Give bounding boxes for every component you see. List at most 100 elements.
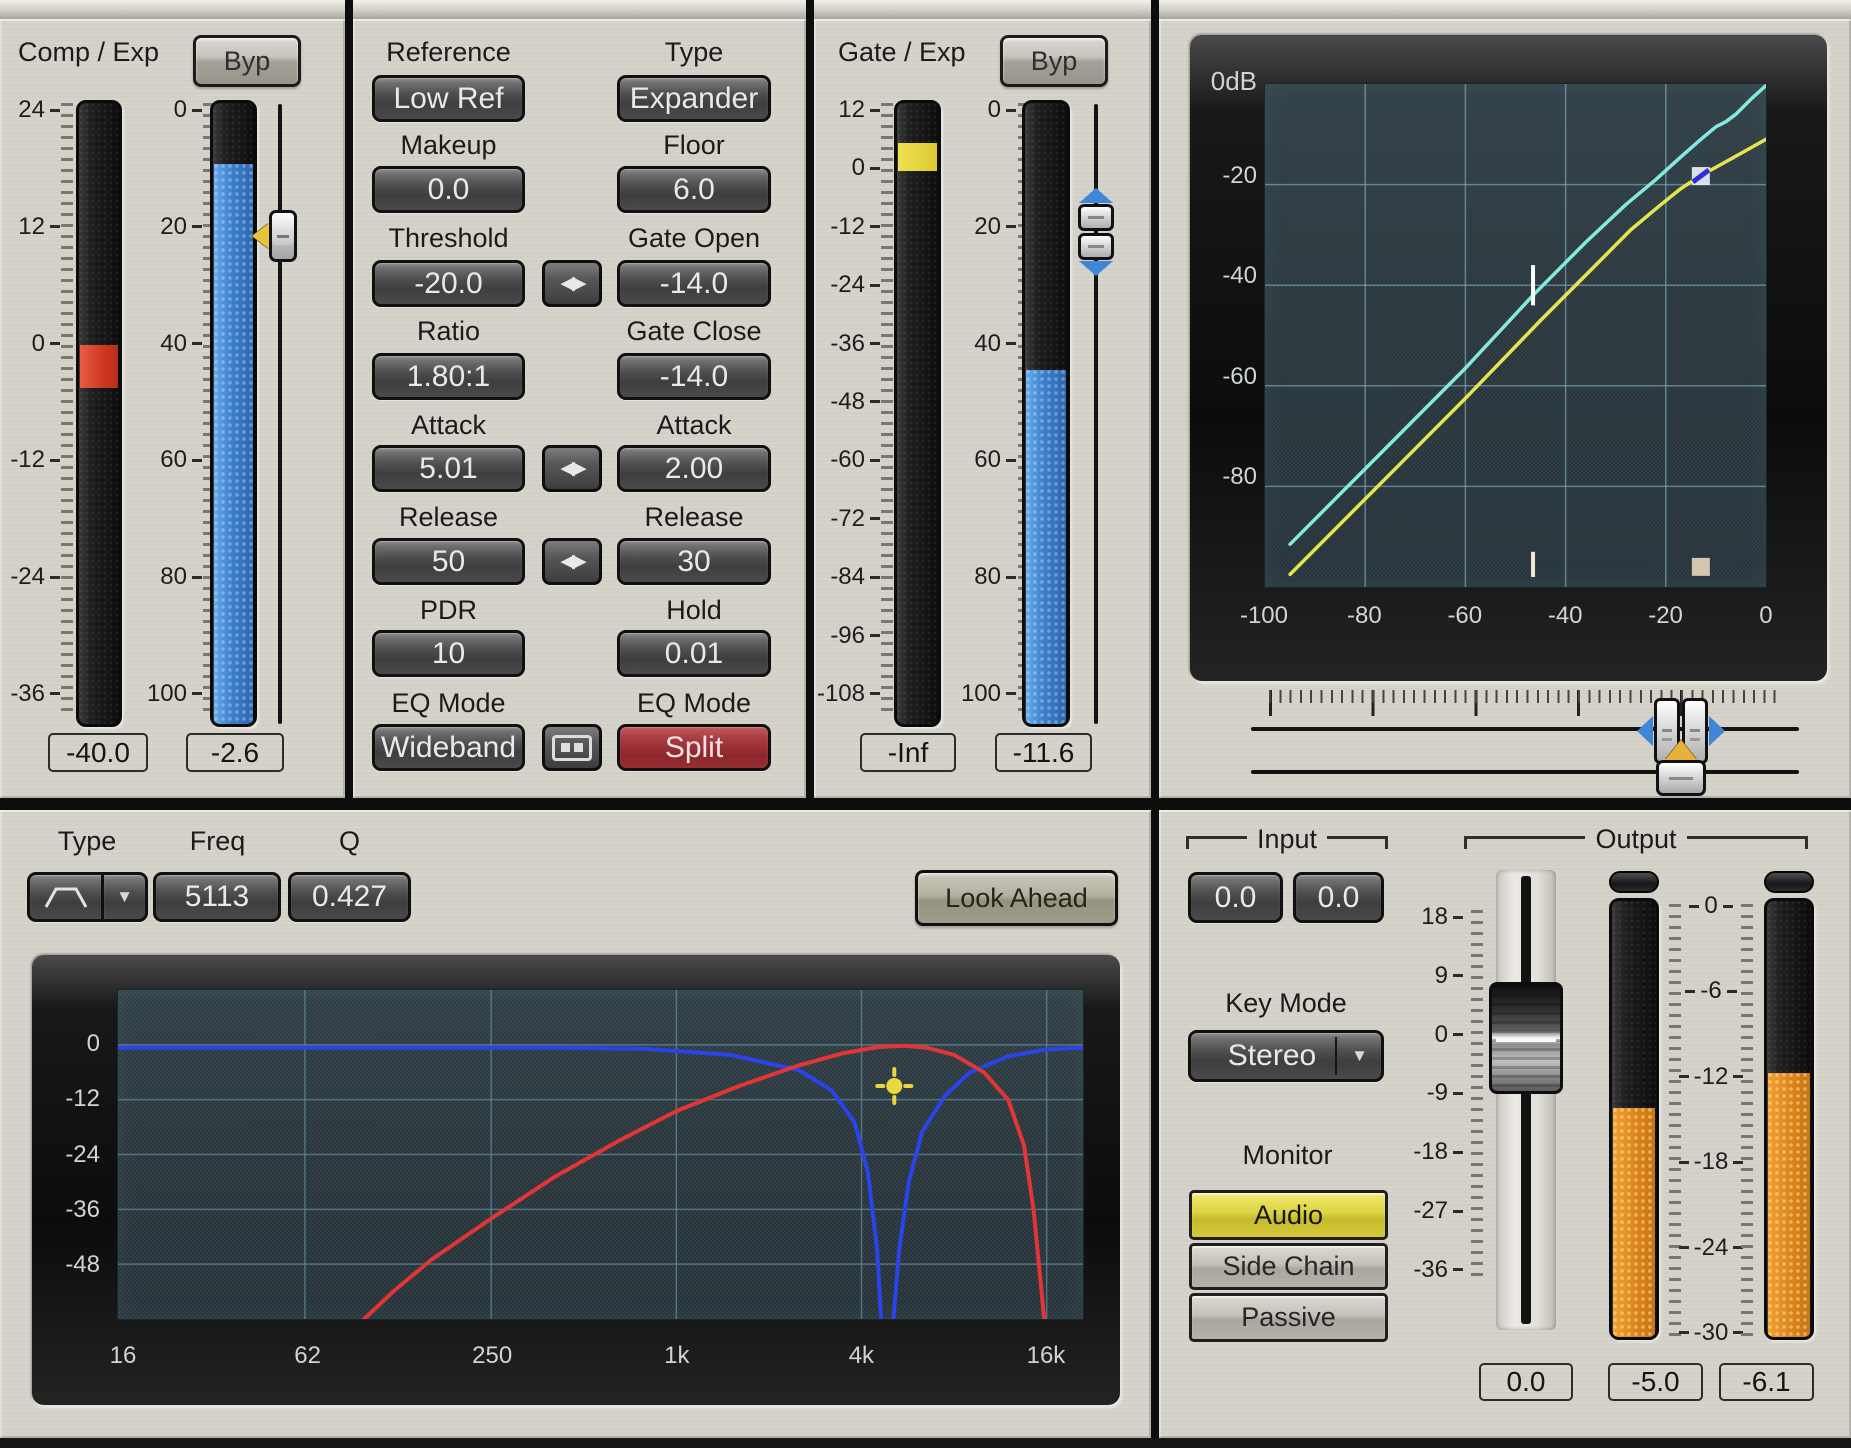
output-left-readout: -5.0	[1608, 1363, 1703, 1401]
param-label: EQ Mode	[372, 688, 525, 719]
eq-x-scale: 16622501k4k16k	[88, 1341, 1081, 1371]
gate-level-readout: -Inf	[860, 733, 956, 772]
eq-mode-link-button[interactable]	[542, 724, 602, 771]
scale-label: -24	[65, 1142, 100, 1168]
output-label: Output	[1595, 824, 1676, 855]
look-ahead-button[interactable]: Look Ahead	[915, 870, 1118, 926]
gate-close-value-button[interactable]: -14.0	[617, 353, 771, 400]
scale-label: -40	[1222, 263, 1257, 289]
comp-eq-mode-button[interactable]: Wideband	[372, 724, 525, 771]
reference-value-button[interactable]: Low Ref	[372, 75, 525, 122]
gate-bypass-button[interactable]: Byp	[1000, 35, 1108, 87]
graph-threshold-handle[interactable]	[1656, 740, 1706, 796]
pdr-value-button[interactable]: 10	[372, 630, 525, 677]
gate-release-value-button[interactable]: 30	[617, 538, 771, 585]
gate-eq-mode-button[interactable]: Split	[617, 724, 771, 771]
comp-gain-meter	[210, 100, 257, 727]
bracket-line	[1327, 836, 1388, 849]
output-fader[interactable]	[1489, 870, 1563, 1330]
scale-label: -60	[1430, 603, 1500, 629]
scale-label: 100	[147, 681, 202, 707]
output-group-header: Output	[1464, 824, 1808, 855]
scale-label: 62	[273, 1343, 343, 1369]
param-label: Hold	[617, 595, 771, 626]
scale-label: -24	[10, 564, 60, 590]
gate-attack-value-button[interactable]: 2.00	[617, 445, 771, 492]
scale-label: -60	[830, 447, 880, 473]
scale-label: 0	[87, 1031, 100, 1057]
scale-label: 250	[457, 1343, 527, 1369]
filter-type-dropdown[interactable]: ▼	[103, 872, 148, 922]
attack-link-button[interactable]: ◀▶	[542, 445, 602, 492]
release-link-button[interactable]: ◀▶	[542, 538, 602, 585]
transfer-x-scale: -100-80-60-40-200	[1229, 602, 1801, 630]
key-mode-dropdown[interactable]: Stereo ▼	[1188, 1030, 1384, 1082]
eq-freq-handle[interactable]	[877, 1069, 911, 1103]
eq-graph-surface[interactable]	[118, 990, 1083, 1319]
comp-threshold-slider[interactable]	[252, 104, 300, 724]
scale-label: -84	[830, 564, 880, 590]
ratio-value-button[interactable]: 1.80:1	[372, 353, 525, 400]
left-meter-peak-button[interactable]	[1609, 871, 1659, 893]
gate-open-value-button[interactable]: -14.0	[617, 260, 771, 307]
chevron-down-icon: ▼	[1351, 1046, 1368, 1066]
freq-value-button[interactable]: 5113	[153, 872, 281, 922]
threshold-marker-bottom[interactable]	[1531, 552, 1535, 577]
comp-panel-title: Comp / Exp	[18, 37, 159, 68]
scale-label: -27	[1413, 1198, 1463, 1224]
scale-label: -9	[1427, 1080, 1463, 1106]
threshold-value-button[interactable]: -20.0	[372, 260, 525, 307]
comp-attack-value-button[interactable]: 5.01	[372, 445, 525, 492]
scale-label: -36	[830, 331, 880, 357]
scale-label: -108	[817, 681, 880, 707]
input-left-value[interactable]: 0.0	[1188, 872, 1283, 923]
output-fader-handle[interactable]	[1489, 982, 1563, 1094]
scale-label: -12	[65, 1086, 100, 1112]
scale-label: -48	[830, 389, 880, 415]
input-right-value[interactable]: 0.0	[1293, 872, 1384, 923]
scale-label: -100	[1229, 603, 1299, 629]
scale-label: 9	[1435, 963, 1463, 989]
gate-range-slider[interactable]	[1075, 104, 1117, 724]
floor-value-button[interactable]: 6.0	[617, 166, 771, 213]
scale-label: 0	[174, 97, 202, 123]
scale-label: -6	[1685, 978, 1736, 1004]
chevron-down-icon: ▼	[116, 887, 133, 907]
scale-label: -60	[1222, 364, 1257, 390]
scale-label: 12	[18, 214, 60, 240]
scale-label: 1k	[642, 1343, 712, 1369]
comp-gain-scale: 020406080100	[142, 97, 202, 707]
comp-threshold-handle[interactable]	[252, 210, 300, 262]
bandpass-curve-icon	[44, 884, 88, 910]
transfer-graph-surface[interactable]	[1265, 84, 1766, 587]
hold-value-button[interactable]: 0.01	[617, 630, 771, 677]
makeup-value-button[interactable]: 0.0	[372, 166, 525, 213]
scale-label: 0	[1731, 603, 1801, 629]
comp-bypass-button[interactable]: Byp	[193, 35, 301, 87]
filter-type-button[interactable]	[27, 872, 103, 922]
transfer-plot	[1264, 83, 1767, 588]
param-label: Gate Open	[617, 223, 771, 254]
gate-range-handle[interactable]	[1078, 188, 1114, 276]
window-bottom-strip	[0, 1438, 1851, 1448]
comp-release-value-button[interactable]: 50	[372, 538, 525, 585]
monitor-audio-button[interactable]: Audio	[1189, 1190, 1388, 1240]
panel-divider	[345, 0, 353, 19]
monitor-passive-button[interactable]: Passive	[1189, 1293, 1388, 1342]
comp-level-meter-fill	[80, 345, 118, 388]
graph-threshold-slider[interactable]	[1251, 740, 1799, 804]
threshold-marker[interactable]	[1531, 265, 1535, 305]
floor-point-handle[interactable]	[1692, 558, 1710, 576]
left-right-arrows-icon: ◀▶	[560, 550, 583, 573]
q-value-button[interactable]: 0.427	[288, 872, 411, 922]
scale-label: 16k	[1011, 1343, 1081, 1369]
scale-label: 80	[974, 564, 1016, 590]
monitor-side-chain-button[interactable]: Side Chain	[1189, 1243, 1388, 1290]
left-right-arrows-icon: ◀▶	[560, 457, 583, 480]
type-value-button[interactable]: Expander	[617, 75, 771, 122]
threshold-link-button[interactable]: ◀▶	[542, 260, 602, 307]
right-meter-peak-button[interactable]	[1764, 871, 1814, 893]
gate-exp-panel: Gate / Exp Byp 120-12-24-36-48-60-72-84-…	[814, 19, 1151, 798]
output-right-meter	[1764, 898, 1814, 1340]
bracket-line	[1464, 836, 1585, 849]
